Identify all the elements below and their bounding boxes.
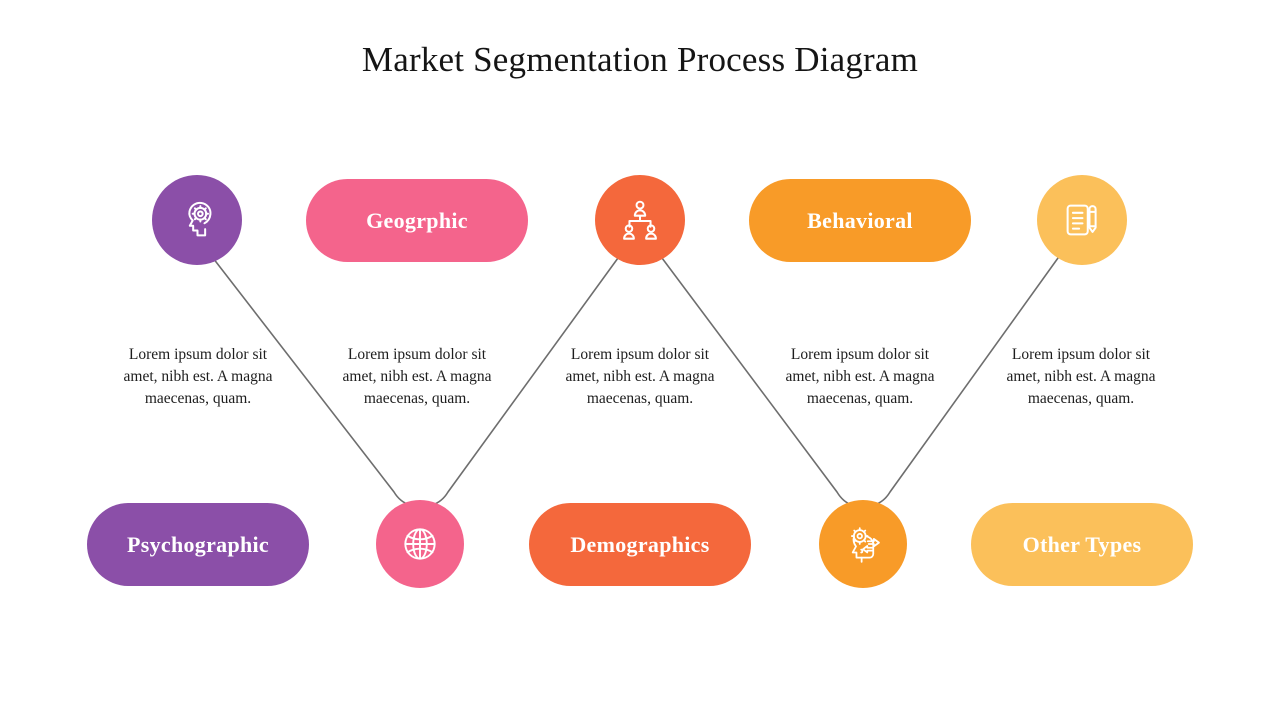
caption-demographics: Lorem ipsum dolor sit amet, nibh est. A …: [565, 346, 715, 407]
node-circle-geographic[interactable]: [376, 500, 464, 588]
caption-psychographic: Lorem ipsum dolor sit amet, nibh est. A …: [123, 346, 273, 407]
node-circle-psychographic[interactable]: [152, 175, 242, 265]
node-pill-geographic[interactable]: Geogrphic: [306, 179, 528, 262]
node-pill-psychographic-label: Psychographic: [126, 531, 269, 557]
node-pill-demographics[interactable]: Demographics: [529, 503, 751, 586]
document-pencil-icon: [1059, 197, 1105, 243]
people-hierarchy-icon: [617, 197, 663, 243]
node-circle-other-types[interactable]: [1037, 175, 1127, 265]
slide-canvas: Market Segmentation Process Diagram Geog…: [0, 0, 1280, 720]
head-gear-arrows-icon: [841, 522, 886, 567]
node-circle-behavioral[interactable]: [819, 500, 907, 588]
node-pill-other-types[interactable]: Other Types: [971, 503, 1193, 586]
head-gear-icon: [174, 197, 220, 243]
node-pill-psychographic[interactable]: Psychographic: [87, 503, 309, 586]
node-pill-demographics-label: Demographics: [570, 531, 710, 557]
node-pill-behavioral[interactable]: Behavioral: [749, 179, 971, 262]
node-pill-other-types-label: Other Types: [1022, 531, 1142, 557]
caption-behavioral: Lorem ipsum dolor sit amet, nibh est. A …: [785, 346, 935, 407]
node-circle-demographics[interactable]: [595, 175, 685, 265]
globe-icon: [398, 522, 442, 566]
node-pill-behavioral-label: Behavioral: [807, 207, 913, 233]
caption-other-types: Lorem ipsum dolor sit amet, nibh est. A …: [1006, 346, 1156, 407]
caption-geographic: Lorem ipsum dolor sit amet, nibh est. A …: [342, 346, 492, 407]
node-pill-geographic-label: Geogrphic: [366, 207, 468, 233]
